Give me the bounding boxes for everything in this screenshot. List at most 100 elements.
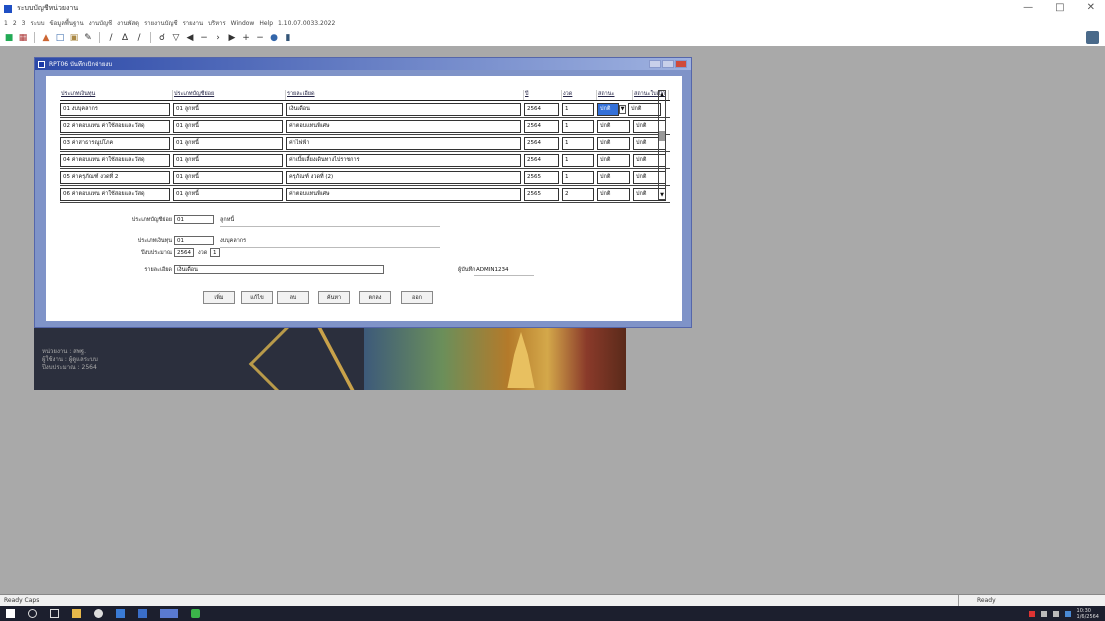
- active-app-icon[interactable]: [160, 609, 178, 618]
- help-icon[interactable]: ●: [269, 33, 279, 43]
- dialog-maximize-button[interactable]: [662, 60, 674, 68]
- table-row[interactable]: 03 ค่าสาธารณูปโภค 01 ลูกหนี้ ค่าไฟฟ้า 25…: [60, 135, 670, 152]
- cell-fund-type[interactable]: 05 ค่าครุภัณฑ์ งวดที่ 2: [60, 170, 170, 184]
- table-row[interactable]: 02 ค่าตอบแทน ค่าใช้สอยและวัสดุ 01 ลูกหนี…: [60, 118, 670, 135]
- paste-icon[interactable]: ▣: [69, 33, 79, 43]
- cell-fund-type[interactable]: 02 ค่าตอบแทน ค่าใช้สอยและวัสดุ: [60, 119, 170, 133]
- next-icon[interactable]: ›: [213, 33, 223, 43]
- table-row[interactable]: 04 ค่าตอบแทน ค่าใช้สอยและวัสดุ 01 ลูกหนี…: [60, 152, 670, 169]
- column-header[interactable]: ประเภทเงินทุน: [60, 90, 173, 100]
- cell-year[interactable]: 2564: [524, 136, 559, 150]
- menu-item[interactable]: 1: [4, 20, 8, 27]
- menu-item[interactable]: Help: [259, 20, 273, 27]
- cell-year[interactable]: 2565: [524, 170, 559, 184]
- fiscal-year-field[interactable]: 2564: [174, 248, 194, 257]
- dialog-titlebar[interactable]: RPT06 บันทึกเบิกจ่ายงบ: [35, 58, 691, 70]
- cell-fund-type[interactable]: 03 ค่าสาธารณูปโภค: [60, 136, 170, 150]
- save-icon[interactable]: ■: [4, 33, 14, 43]
- copy-icon[interactable]: □: [55, 33, 65, 43]
- dialog-close-button[interactable]: [675, 60, 687, 68]
- menu-item[interactable]: งานพัสดุ: [117, 18, 139, 28]
- filter-icon[interactable]: ▽: [171, 33, 181, 43]
- cell-period[interactable]: 1: [562, 119, 594, 133]
- add-icon[interactable]: +: [241, 33, 251, 43]
- table-row[interactable]: 05 ค่าครุภัณฑ์ งวดที่ 2 01 ลูกหนี้ ครุภั…: [60, 169, 670, 186]
- volume-icon[interactable]: [1052, 611, 1059, 617]
- first-icon[interactable]: ◀: [185, 33, 195, 43]
- task-view-icon[interactable]: [50, 609, 59, 618]
- chevron-down-icon[interactable]: ▼: [619, 104, 626, 114]
- tray-icon[interactable]: [1028, 611, 1035, 617]
- language-icon[interactable]: [1064, 611, 1071, 617]
- cell-period[interactable]: 1: [562, 170, 594, 184]
- edit-icon[interactable]: ✎: [83, 33, 93, 43]
- file-explorer-icon[interactable]: [72, 609, 81, 618]
- cell-status[interactable]: ปกติ: [597, 102, 619, 116]
- scroll-down-icon[interactable]: ▼: [659, 191, 665, 199]
- cell-description[interactable]: เงินเดือน: [286, 102, 521, 116]
- clock[interactable]: 10:30 1/6/2564: [1077, 608, 1099, 620]
- column-header[interactable]: ประเภทบัญชีย่อย: [173, 90, 286, 100]
- menu-item[interactable]: งานบัญชี: [89, 18, 112, 28]
- menu-item[interactable]: ระบบ: [30, 18, 44, 28]
- cell-description[interactable]: ครุภัณฑ์ งวดที่ (2): [286, 170, 521, 184]
- delete-icon[interactable]: −: [255, 33, 265, 43]
- cell-account-type[interactable]: 01 ลูกหนี้: [173, 170, 283, 184]
- cell-period[interactable]: 1: [562, 102, 594, 116]
- cell-period[interactable]: 1: [562, 136, 594, 150]
- column-header[interactable]: รายละเอียด: [286, 90, 524, 100]
- account-type-field[interactable]: 01: [174, 215, 214, 224]
- cell-status[interactable]: ปกติ: [597, 187, 630, 201]
- network-icon[interactable]: [1040, 611, 1047, 617]
- exit-button[interactable]: ออก: [401, 291, 433, 304]
- menu-item[interactable]: รายงาน: [183, 18, 204, 28]
- table-row[interactable]: 01 งบบุคลากร 01 ลูกหนี้ เงินเดือน 2564 1…: [60, 101, 670, 118]
- cell-description[interactable]: ค่าตอบแทนพิเศษ: [286, 119, 521, 133]
- preview-icon[interactable]: ▲: [41, 33, 51, 43]
- cell-period[interactable]: 2: [562, 187, 594, 201]
- print-icon[interactable]: ▦: [18, 33, 28, 43]
- line-app-icon[interactable]: [191, 609, 200, 618]
- prev-icon[interactable]: −: [199, 33, 209, 43]
- cell-status[interactable]: ปกติ: [597, 153, 630, 167]
- period-field[interactable]: 1: [210, 248, 220, 257]
- app-icon-taskbar[interactable]: [138, 609, 147, 618]
- column-header[interactable]: งวด: [562, 90, 597, 100]
- cell-fund-type[interactable]: 01 งบบุคลากร: [60, 102, 170, 116]
- cell-period[interactable]: 1: [562, 153, 594, 167]
- description-field[interactable]: เงินเดือน: [174, 265, 384, 274]
- delete-button[interactable]: ลบ: [277, 291, 309, 304]
- edit-button[interactable]: แก้ไข: [241, 291, 273, 304]
- add-button[interactable]: เพิ่ม: [203, 291, 235, 304]
- column-header[interactable]: ปี: [524, 90, 562, 100]
- close-button[interactable]: ✕: [1087, 2, 1095, 13]
- menu-item[interactable]: ข้อมูลพื้นฐาน: [50, 18, 84, 28]
- cell-year[interactable]: 2564: [524, 102, 559, 116]
- fund-type-field[interactable]: 01: [174, 236, 214, 245]
- cell-account-type[interactable]: 01 ลูกหนี้: [173, 136, 283, 150]
- cell-fund-type[interactable]: 04 ค่าตอบแทน ค่าใช้สอยและวัสดุ: [60, 153, 170, 167]
- scroll-thumb[interactable]: [659, 131, 665, 141]
- find-icon[interactable]: ☌: [157, 33, 167, 43]
- cell-account-type[interactable]: 01 ลูกหนี้: [173, 187, 283, 201]
- maximize-button[interactable]: □: [1055, 2, 1064, 13]
- menu-item[interactable]: 3: [22, 20, 26, 27]
- menu-item[interactable]: บริหาร: [208, 18, 226, 28]
- table-row[interactable]: 06 ค่าตอบแทน ค่าใช้สอยและวัสดุ 01 ลูกหนี…: [60, 186, 670, 203]
- cell-request-status[interactable]: ปกติ: [628, 102, 661, 116]
- edge-icon[interactable]: [116, 609, 125, 618]
- user-avatar-icon[interactable]: [1086, 31, 1099, 44]
- cell-account-type[interactable]: 01 ลูกหนี้: [173, 119, 283, 133]
- grid-scrollbar[interactable]: ▲ ▼: [658, 90, 666, 200]
- cell-account-type[interactable]: 01 ลูกหนี้: [173, 153, 283, 167]
- menu-item[interactable]: รายงานบัญชี: [144, 18, 178, 28]
- cell-status[interactable]: ปกติ: [597, 119, 630, 133]
- scroll-up-icon[interactable]: ▲: [659, 91, 665, 99]
- search-icon[interactable]: [28, 609, 37, 618]
- windows-start-icon[interactable]: [6, 609, 15, 618]
- cell-description[interactable]: ค่าตอบแทนพิเศษ: [286, 187, 521, 201]
- cell-account-type[interactable]: 01 ลูกหนี้: [173, 102, 283, 116]
- column-header[interactable]: สถานะ: [597, 90, 633, 100]
- cell-year[interactable]: 2564: [524, 153, 559, 167]
- cell-year[interactable]: 2565: [524, 187, 559, 201]
